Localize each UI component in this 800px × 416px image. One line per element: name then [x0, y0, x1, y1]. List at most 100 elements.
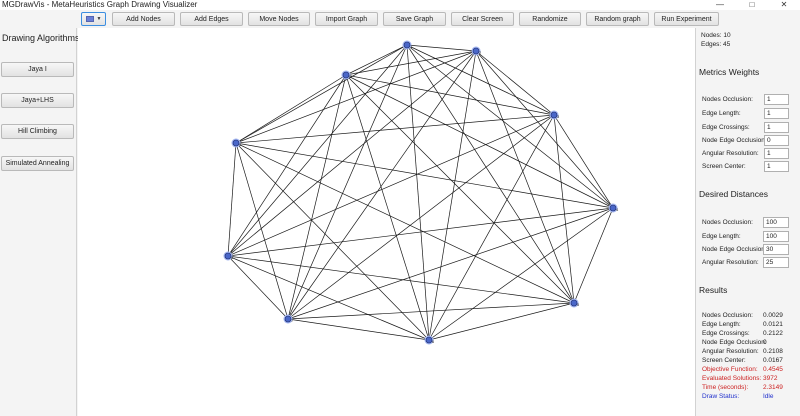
graph-edge [287, 318, 430, 341]
nodes-layer: 0123456789 [223, 40, 620, 345]
save-graph-button[interactable]: Save Graph [383, 12, 446, 26]
graph-node-label: 5 [577, 302, 580, 307]
jaya-i-button[interactable]: Jaya I [1, 62, 74, 77]
graph-edge [227, 50, 477, 257]
weight-edge-crossings-input[interactable] [764, 122, 789, 133]
graph-edge [345, 74, 575, 304]
graph-node[interactable]: 3 [549, 110, 561, 120]
random-graph-button[interactable]: Random graph [586, 12, 649, 26]
graph-node-label: 8 [231, 255, 234, 260]
graph-node[interactable]: 9 [231, 138, 243, 148]
graph-edge [475, 50, 575, 304]
color-swatch [85, 16, 94, 22]
distance-label: Node Edge Occlusion: [702, 246, 767, 253]
graph-edge [235, 50, 477, 144]
weight-screen-center-input[interactable] [764, 161, 789, 172]
minimize-icon[interactable]: — [704, 0, 736, 10]
settings-panel: Nodes: 10 Edges: 45 Metrics Weights Node… [695, 28, 800, 416]
run-experiment-button[interactable]: Run Experiment [654, 12, 719, 26]
graph-edge [345, 50, 477, 76]
result-label: Objective Function: [702, 366, 758, 373]
node-color-picker[interactable]: ▼ [81, 12, 106, 26]
graph-edge [406, 44, 555, 116]
graph-node[interactable]: 8 [223, 251, 235, 261]
algorithms-title: Drawing Algorithms [2, 33, 80, 43]
graph-edge [345, 74, 430, 341]
distance-label: Edge Length: [702, 233, 741, 240]
graph-edge [227, 44, 408, 257]
graph-edge [406, 44, 575, 304]
graph-edge [287, 50, 477, 320]
graph-edge [235, 142, 614, 209]
window-title: MGDrawVis - MetaHeuristics Graph Drawing… [2, 0, 198, 9]
clear-screen-button[interactable]: Clear Screen [451, 12, 514, 26]
metric-label: Angular Resolution: [702, 150, 759, 157]
result-value: 0.2108 [763, 348, 783, 355]
add-nodes-button[interactable]: Add Nodes [112, 12, 175, 26]
hill-climbing-button[interactable]: Hill Climbing [1, 124, 74, 139]
weight-node-edge-occlusion-input[interactable] [764, 135, 789, 146]
edges-layer [227, 44, 614, 341]
result-label: Angular Resolution: [702, 348, 759, 355]
distance-label: Nodes Occlusion: [702, 219, 753, 226]
result-value: 0.4545 [763, 366, 783, 373]
toolbar: ▼ Add Nodes Add Edges Move Nodes Import … [0, 10, 800, 28]
weight-nodes-occlusion-input[interactable] [764, 94, 789, 105]
graph-edge [428, 50, 477, 341]
simulated-annealing-button[interactable]: Simulated Annealing [1, 156, 74, 171]
results-title: Results [699, 285, 728, 295]
graph-node-label: 1 [410, 44, 413, 49]
graph-edge [553, 114, 575, 304]
graph-edge [428, 114, 555, 341]
desired-distances-title: Desired Distances [699, 189, 768, 199]
result-value: 0.0167 [763, 357, 783, 364]
result-value: 0.0029 [763, 312, 783, 319]
metric-label: Edge Length: [702, 110, 741, 117]
result-value: Idle [763, 393, 774, 400]
graph-node-label: 2 [479, 50, 482, 55]
graph-edge [406, 44, 614, 209]
graph-node[interactable]: 1 [402, 40, 414, 50]
graph-node-label: 3 [557, 114, 560, 119]
result-label: Node Edge Occlusion: [702, 339, 767, 346]
distance-nodes-occlusion-input[interactable] [763, 217, 789, 228]
weight-edge-length-input[interactable] [764, 108, 789, 119]
metrics-weights-title: Metrics Weights [699, 67, 760, 77]
graph-node[interactable]: 5 [569, 298, 581, 308]
graph-edge [475, 50, 555, 116]
graph-canvas[interactable]: 0123456789 [78, 28, 695, 416]
import-graph-button[interactable]: Import Graph [315, 12, 378, 26]
add-edges-button[interactable]: Add Edges [180, 12, 243, 26]
graph-node[interactable]: 0 [341, 70, 353, 80]
app-window: MGDrawVis - MetaHeuristics Graph Drawing… [0, 0, 800, 416]
graph-edge [287, 207, 614, 320]
graph-node[interactable]: 4 [608, 203, 620, 213]
distance-label: Angular Resolution: [702, 259, 759, 266]
randomize-button[interactable]: Randomize [519, 12, 581, 26]
graph-edge [428, 302, 575, 341]
graph-node[interactable]: 2 [471, 46, 483, 56]
result-label: Draw Status: [702, 393, 740, 400]
result-value: 3972 [763, 375, 778, 382]
graph-drawing[interactable]: 0123456789 [78, 28, 695, 416]
graph-edge [227, 114, 555, 257]
graph-edge [227, 207, 614, 257]
metric-label: Node Edge Occlusion: [702, 137, 767, 144]
distance-node-edge-occlusion-input[interactable] [763, 244, 789, 255]
graph-edge [235, 44, 408, 144]
graph-edge [553, 114, 614, 209]
weight-angular-resolution-input[interactable] [764, 148, 789, 159]
move-nodes-button[interactable]: Move Nodes [248, 12, 310, 26]
close-icon[interactable]: ✕ [768, 0, 800, 10]
graph-edge [235, 74, 347, 144]
result-value: 2.3149 [763, 384, 783, 391]
distance-angular-resolution-input[interactable] [763, 257, 789, 268]
graph-node-label: 4 [616, 207, 619, 212]
result-value: 0.0121 [763, 321, 783, 328]
maximize-icon[interactable]: □ [736, 0, 768, 10]
distance-edge-length-input[interactable] [763, 231, 789, 242]
edge-count: Edges: 45 [701, 41, 731, 48]
jaya-lhs-button[interactable]: Jaya+LHS [1, 93, 74, 108]
result-label: Edge Length: [702, 321, 741, 328]
result-label: Evaluated Solutions: [702, 375, 762, 382]
